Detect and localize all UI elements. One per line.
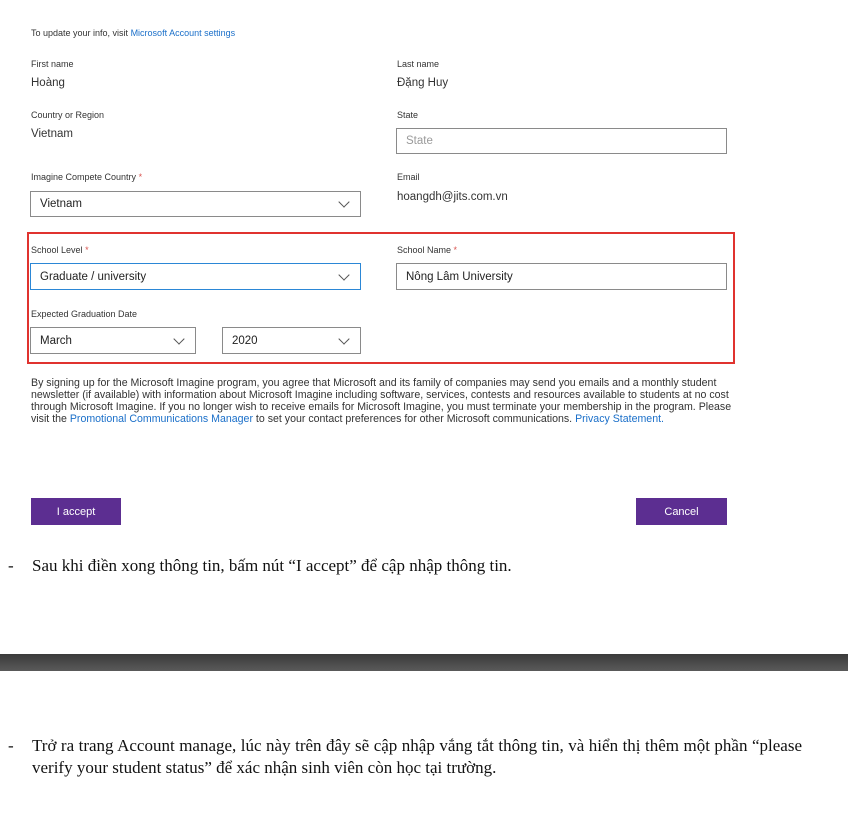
country-label: Country or Region: [31, 110, 105, 120]
state-placeholder: State: [406, 135, 433, 147]
first-name-value: Hoàng: [31, 77, 65, 89]
graduation-year-value: 2020: [232, 334, 258, 347]
graduation-year-select[interactable]: 2020: [222, 327, 361, 354]
cancel-button[interactable]: Cancel: [636, 498, 727, 525]
graduation-date-label: Expected Graduation Date: [31, 309, 138, 319]
country-value: Vietnam: [31, 128, 73, 140]
microsoft-account-settings-link[interactable]: Microsoft Account settings: [131, 28, 236, 38]
school-name-label: School Name *: [397, 245, 458, 255]
instruction-step-1: Sau khi điền xong thông tin, bấm nút “I …: [32, 556, 512, 575]
state-input[interactable]: State: [396, 128, 727, 154]
bullet-dash: -: [8, 736, 14, 755]
bullet-dash: -: [8, 556, 14, 575]
last-name-value: Đặng Huy: [397, 77, 449, 89]
compete-country-select[interactable]: Vietnam: [30, 191, 361, 217]
required-marker: *: [85, 245, 89, 255]
school-level-select[interactable]: Graduate / university: [30, 263, 361, 290]
promotional-communications-link[interactable]: Promotional Communications Manager: [70, 413, 253, 425]
required-marker: *: [453, 245, 458, 255]
school-name-value: Nông Lâm University: [406, 270, 513, 283]
consent-text: By signing up for the Microsoft Imagine …: [31, 377, 732, 425]
required-marker: *: [138, 172, 143, 182]
school-name-input[interactable]: Nông Lâm University: [396, 263, 727, 290]
graduation-month-value: March: [40, 334, 72, 347]
chevron-down-icon: [338, 332, 350, 345]
graduation-month-select[interactable]: March: [30, 327, 196, 354]
accept-button[interactable]: I accept: [31, 498, 121, 525]
update-info-text: To update your info, visit Microsoft Acc…: [31, 28, 236, 38]
instruction-step-2: Trở ra trang Account manage, lúc này trê…: [32, 736, 802, 777]
email-label: Email: [397, 172, 420, 182]
privacy-statement-link[interactable]: Privacy Statement.: [575, 413, 664, 425]
page-separator: [0, 654, 848, 671]
school-level-label: School Level *: [31, 245, 89, 255]
email-value: hoangdh@jits.com.vn: [397, 191, 508, 203]
first-name-label: First name: [31, 59, 74, 69]
chevron-down-icon: [173, 332, 185, 345]
school-level-value: Graduate / university: [40, 270, 147, 283]
last-name-label: Last name: [397, 59, 440, 69]
compete-country-label: Imagine Compete Country *: [31, 172, 143, 182]
state-label: State: [397, 110, 419, 120]
chevron-down-icon: [338, 196, 350, 208]
chevron-down-icon: [338, 268, 350, 281]
compete-country-value: Vietnam: [40, 198, 82, 210]
